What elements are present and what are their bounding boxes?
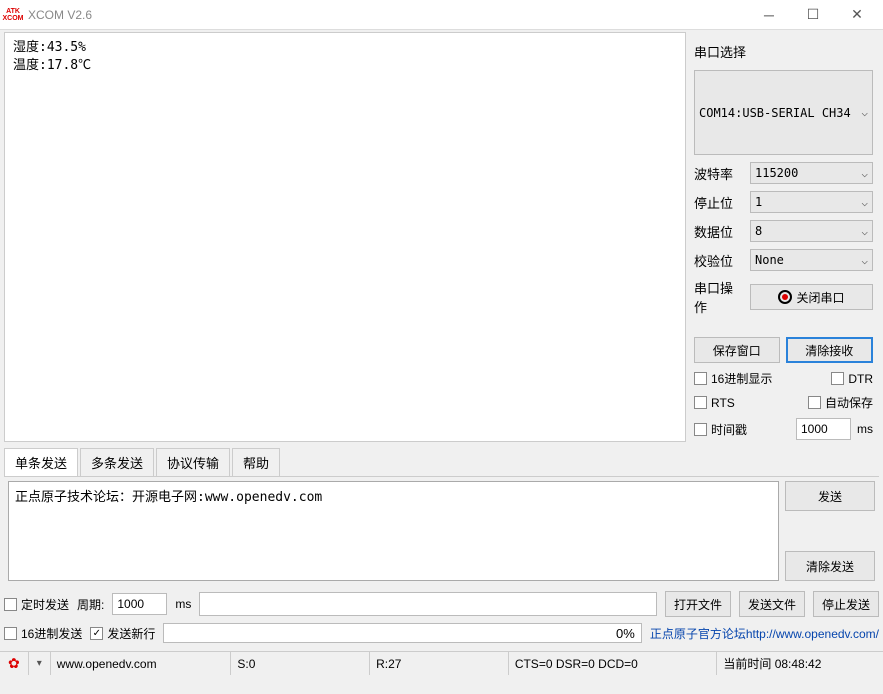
maximize-button[interactable]: ☐	[791, 0, 835, 30]
dropdown-icon[interactable]: ▾	[29, 652, 51, 675]
period-input[interactable]: 1000	[112, 593, 167, 615]
baud-label: 波特率	[694, 164, 744, 183]
tab-protocol[interactable]: 协议传输	[156, 448, 230, 476]
period-label: 周期:	[77, 596, 104, 613]
data-label: 数据位	[694, 222, 744, 241]
send-textarea[interactable]	[8, 481, 779, 581]
serial-section-title: 串口选择	[694, 42, 873, 61]
status-lines: CTS=0 DSR=0 DCD=0	[509, 652, 718, 675]
timestamp-interval-input[interactable]: 1000	[796, 418, 851, 440]
data-select[interactable]: 8	[750, 220, 873, 242]
dtr-checkbox[interactable]: DTR	[831, 372, 873, 386]
window-title: XCOM V2.6	[28, 8, 747, 22]
app-logo: ATKXCOM	[4, 7, 22, 23]
open-file-button[interactable]: 打开文件	[665, 591, 731, 617]
send-file-button[interactable]: 发送文件	[739, 591, 805, 617]
hex-send-checkbox[interactable]: 16进制发送	[4, 625, 82, 642]
port-select[interactable]: COM14:USB-SERIAL CH34	[694, 70, 873, 155]
stop-send-button[interactable]: 停止发送	[813, 591, 879, 617]
clear-send-button[interactable]: 清除发送	[785, 551, 875, 581]
stop-select[interactable]: 1	[750, 191, 873, 213]
settings-gear-icon[interactable]: ✿	[0, 652, 29, 675]
save-window-button[interactable]: 保存窗口	[694, 337, 780, 363]
op-label: 串口操作	[694, 278, 744, 316]
clear-receive-button[interactable]: 清除接收	[786, 337, 874, 363]
record-icon	[778, 290, 792, 304]
parity-label: 校验位	[694, 251, 744, 270]
status-url[interactable]: www.openedv.com	[51, 652, 232, 675]
send-button[interactable]: 发送	[785, 481, 875, 511]
parity-select[interactable]: None	[750, 249, 873, 271]
status-sent: S:0	[231, 652, 370, 675]
toggle-port-button[interactable]: 关闭串口	[750, 284, 873, 310]
rts-checkbox[interactable]: RTS	[694, 396, 735, 410]
autosave-checkbox[interactable]: 自动保存	[808, 394, 873, 411]
file-path-input[interactable]	[199, 592, 657, 616]
baud-select[interactable]: 115200	[750, 162, 873, 184]
forum-link[interactable]: 正点原子官方论坛http://www.openedv.com/	[650, 625, 879, 642]
tab-multi-send[interactable]: 多条发送	[80, 448, 154, 476]
tab-single-send[interactable]: 单条发送	[4, 448, 78, 476]
close-button[interactable]: ✕	[835, 0, 879, 30]
timed-send-checkbox[interactable]: 定时发送	[4, 596, 69, 613]
status-time: 当前时间 08:48:42	[717, 652, 883, 675]
newline-checkbox[interactable]: 发送新行	[90, 625, 155, 642]
hex-display-checkbox[interactable]: 16进制显示	[694, 370, 772, 387]
minimize-button[interactable]: ─	[747, 0, 791, 30]
tab-help[interactable]: 帮助	[232, 448, 280, 476]
stop-label: 停止位	[694, 193, 744, 212]
send-progress: 0%	[163, 623, 641, 643]
status-received: R:27	[370, 652, 509, 675]
receive-output[interactable]: 湿度:43.5% 温度:17.8℃	[4, 32, 686, 442]
timestamp-checkbox[interactable]: 时间戳	[694, 421, 747, 438]
